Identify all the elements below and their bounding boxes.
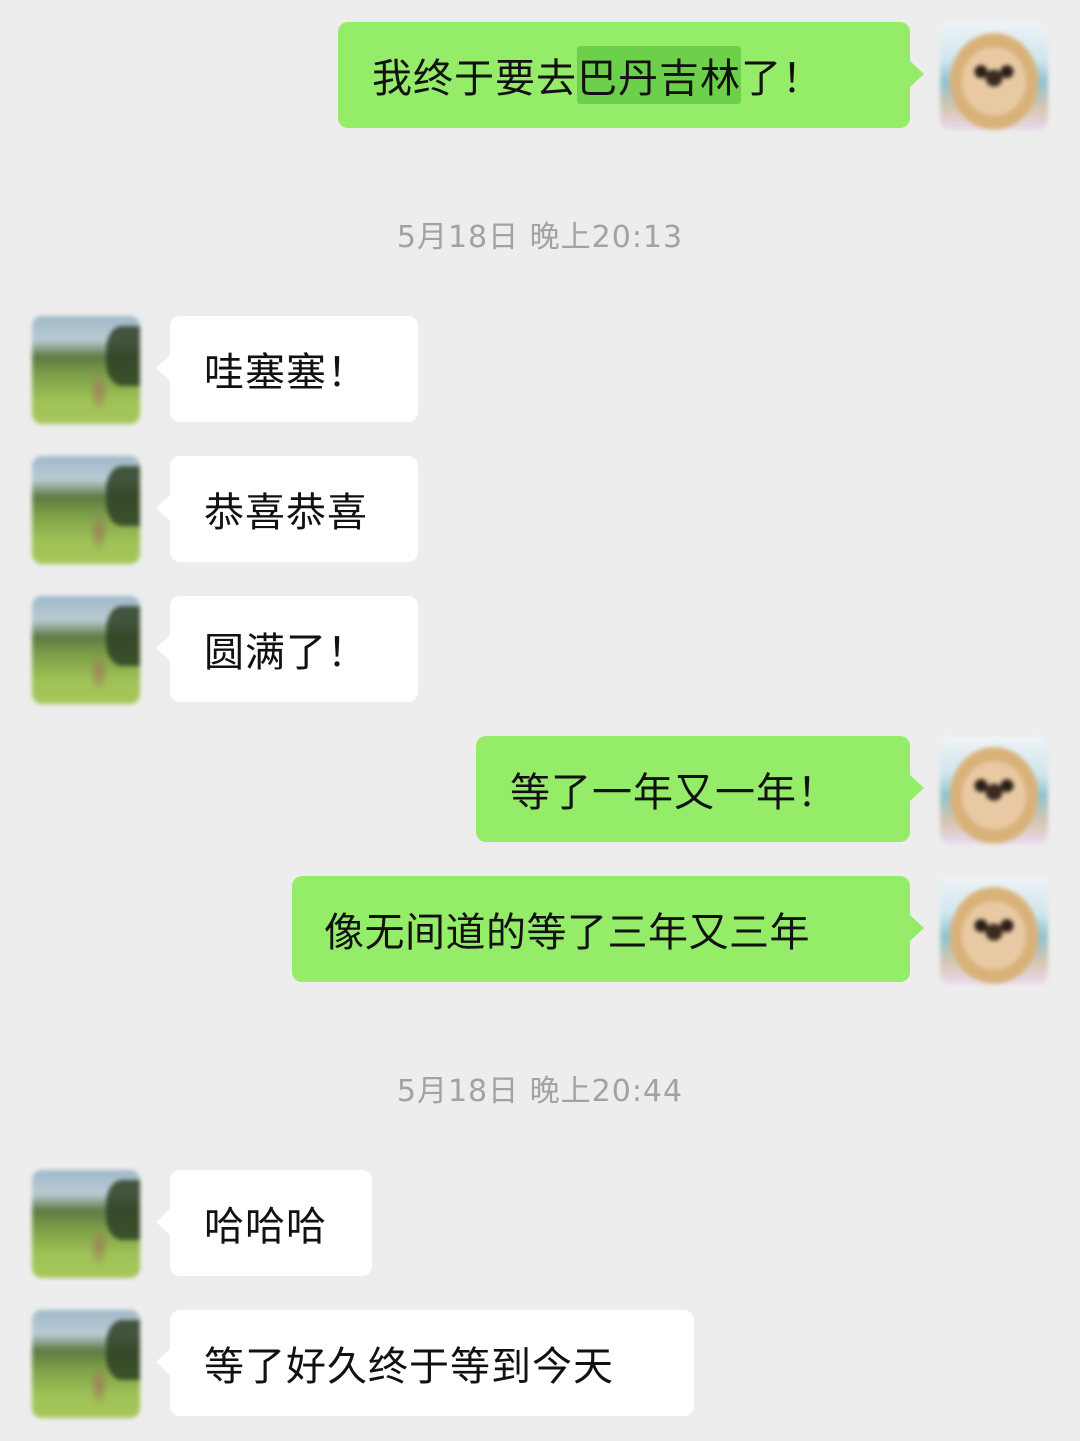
message-text: 了！ xyxy=(741,56,823,102)
chat-row-outgoing: 等了一年又一年！ xyxy=(0,736,1080,846)
message-text: 我终于要去 xyxy=(372,56,577,102)
user-avatar[interactable] xyxy=(940,22,1048,130)
message-bubble-outgoing[interactable]: 我终于要去 巴丹吉林 了！ xyxy=(338,22,924,128)
friend-avatar[interactable] xyxy=(32,456,140,564)
friend-avatar[interactable] xyxy=(32,316,140,424)
chat-row-incoming: 圆满了！ xyxy=(0,596,1080,706)
message-bubble-incoming[interactable]: 等了好久终于等到今天 xyxy=(156,1310,694,1416)
chat-timestamp: 5月18日 晚上20:13 xyxy=(396,220,684,255)
user-avatar[interactable] xyxy=(940,736,1048,844)
friend-avatar[interactable] xyxy=(32,1170,140,1278)
chat-row-incoming: 哈哈哈 xyxy=(0,1170,1080,1280)
friend-avatar[interactable] xyxy=(32,1310,140,1418)
chat-row-incoming: 等了好久终于等到今天 xyxy=(0,1310,1080,1420)
chat-row-outgoing: 我终于要去 巴丹吉林 了！ xyxy=(0,22,1080,132)
friend-avatar[interactable] xyxy=(32,596,140,704)
user-avatar[interactable] xyxy=(940,876,1048,984)
message-bubble-incoming[interactable]: 哇塞塞！ xyxy=(156,316,418,422)
selected-text-highlight[interactable]: 巴丹吉林 xyxy=(577,46,741,104)
message-bubble-outgoing[interactable]: 等了一年又一年！ xyxy=(476,736,924,842)
message-bubble-incoming[interactable]: 哈哈哈 xyxy=(156,1170,372,1276)
chat-timestamp: 5月18日 晚上20:44 xyxy=(396,1074,684,1109)
message-bubble-incoming[interactable]: 恭喜恭喜 xyxy=(156,456,418,562)
chat-row-incoming: 恭喜恭喜 xyxy=(0,456,1080,566)
chat-row-outgoing: 像无间道的等了三年又三年 xyxy=(0,876,1080,986)
message-bubble-incoming[interactable]: 圆满了！ xyxy=(156,596,418,702)
message-bubble-outgoing[interactable]: 像无间道的等了三年又三年 xyxy=(292,876,924,982)
chat-row-incoming: 哇塞塞！ xyxy=(0,316,1080,426)
chat-message-list[interactable]: 我终于要去 巴丹吉林 了！ 5月18日 晚上20:13 哇塞塞！ 恭喜恭喜 圆满了！… xyxy=(0,0,1080,1441)
